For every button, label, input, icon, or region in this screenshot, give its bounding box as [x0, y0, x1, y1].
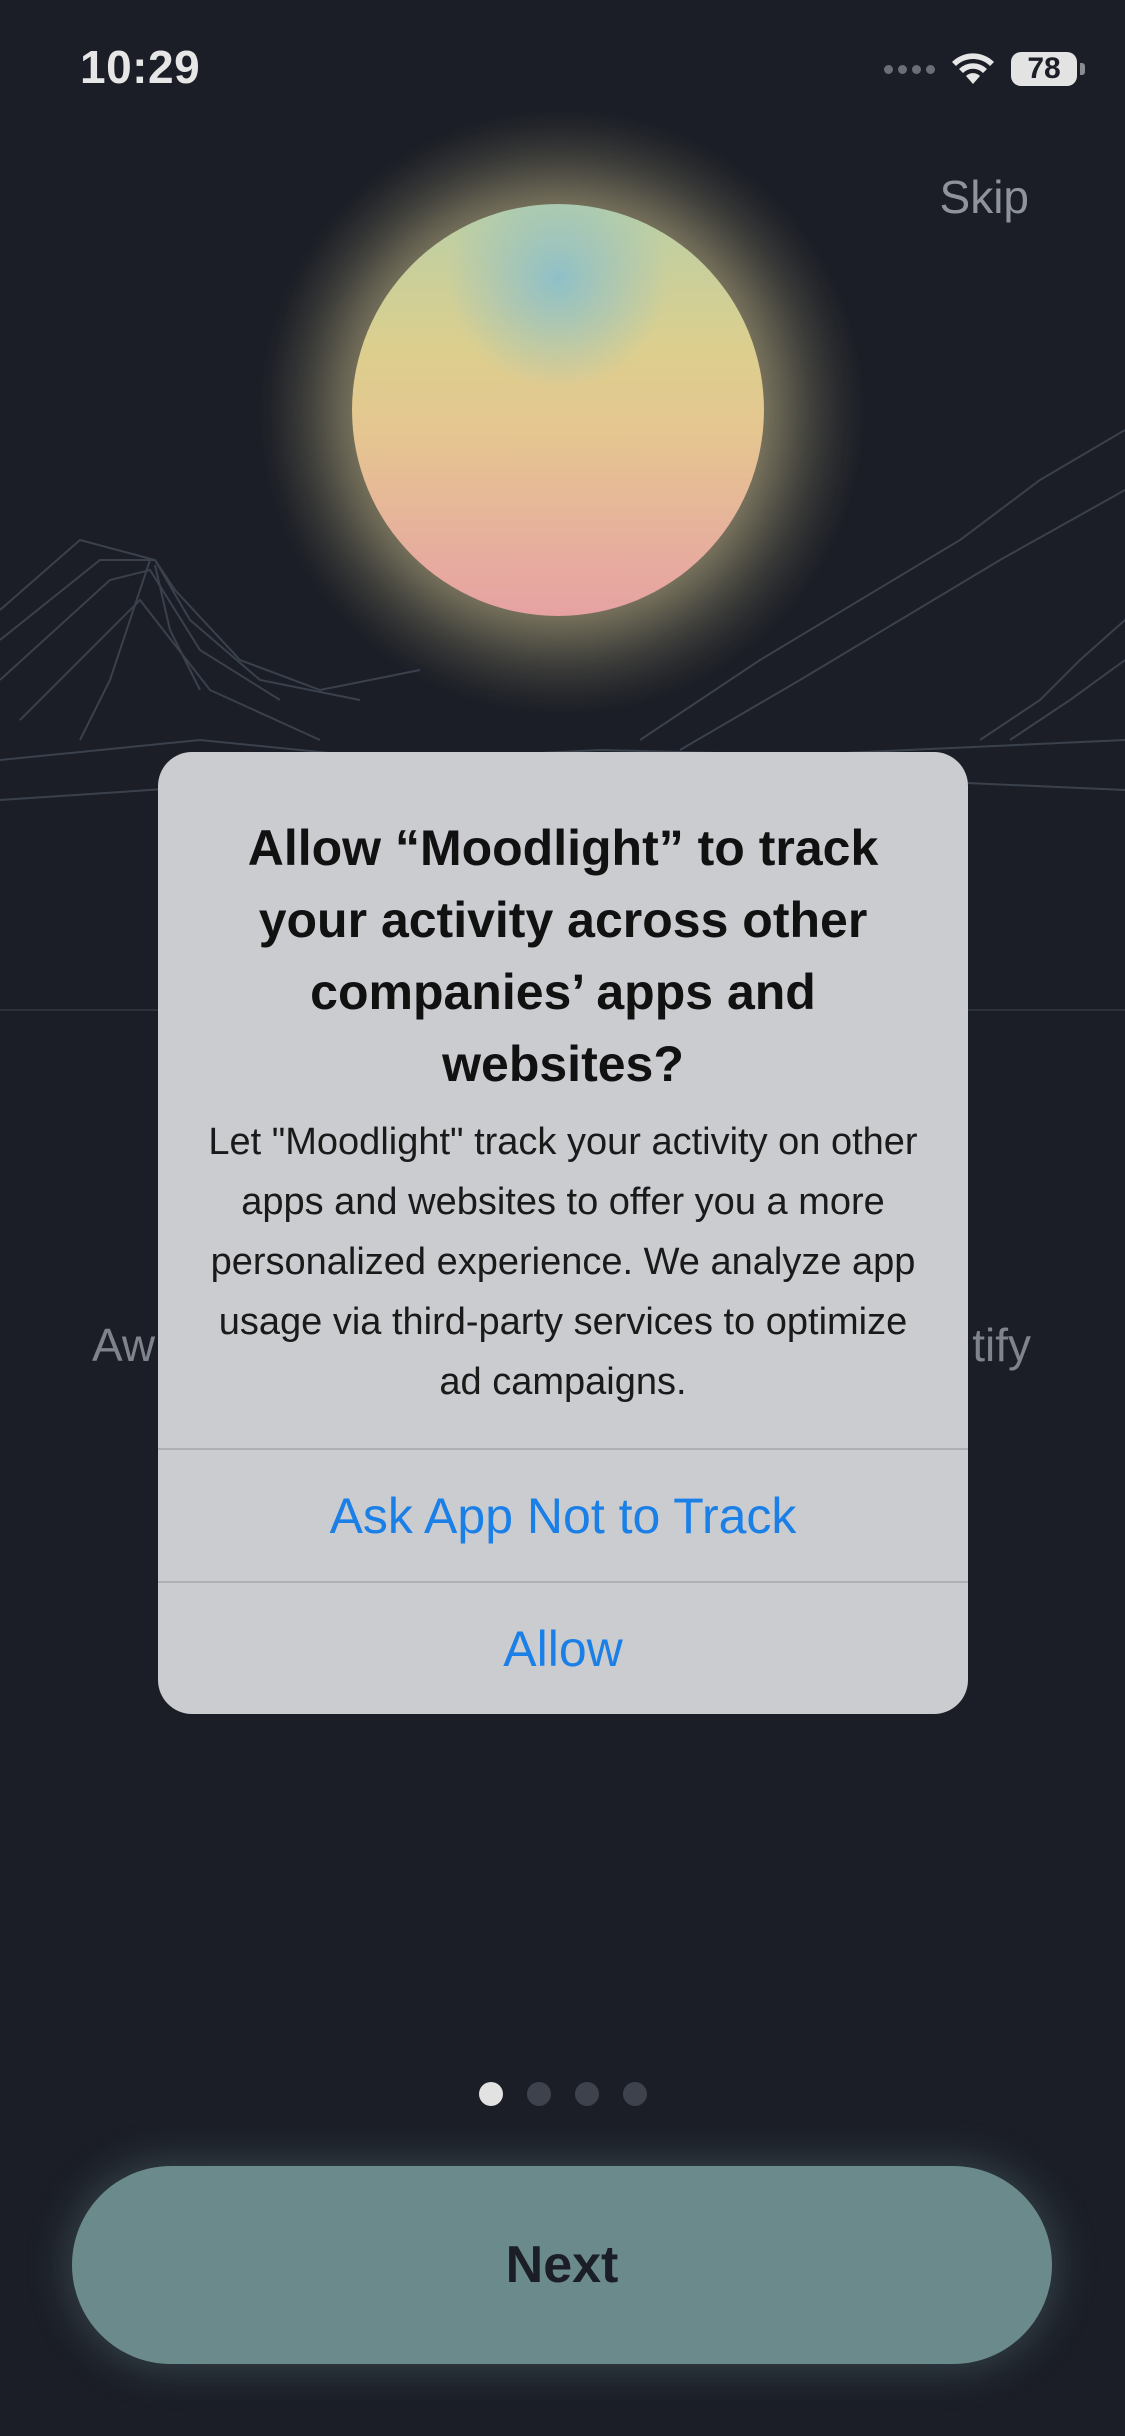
page-dot-2[interactable] [526, 2082, 551, 2106]
cellular-signal-icon [884, 64, 935, 74]
next-button[interactable]: Next [72, 2166, 1052, 2364]
feature-text-left: Aw [92, 1319, 156, 1371]
wifi-icon [952, 53, 994, 84]
page-dot-3[interactable] [574, 2082, 599, 2106]
tracking-permission-alert: Allow “Moodlight” to track your activity… [158, 752, 968, 1714]
battery-level: 78 [1027, 52, 1061, 85]
page-dot-1[interactable] [478, 2082, 503, 2106]
battery-icon: 78 [1011, 52, 1085, 86]
alert-message: Let "Moodlight" track your activity on o… [208, 1121, 918, 1403]
status-icons: 78 [884, 44, 1085, 94]
onboarding-screen: 10:29 78 Skip Aw tify Allow “Moodlight” … [0, 0, 1125, 2436]
allow-tracking-button[interactable]: Allow [158, 1583, 968, 1714]
page-indicator [0, 2082, 1125, 2106]
feature-text-right: tify [972, 1319, 1031, 1371]
alert-title: Allow “Moodlight” to track your activity… [247, 820, 879, 1092]
ask-not-to-track-button[interactable]: Ask App Not to Track [158, 1450, 968, 1582]
skip-button[interactable]: Skip [940, 170, 1029, 224]
page-dot-4[interactable] [622, 2082, 647, 2106]
status-time: 10:29 [80, 41, 201, 93]
